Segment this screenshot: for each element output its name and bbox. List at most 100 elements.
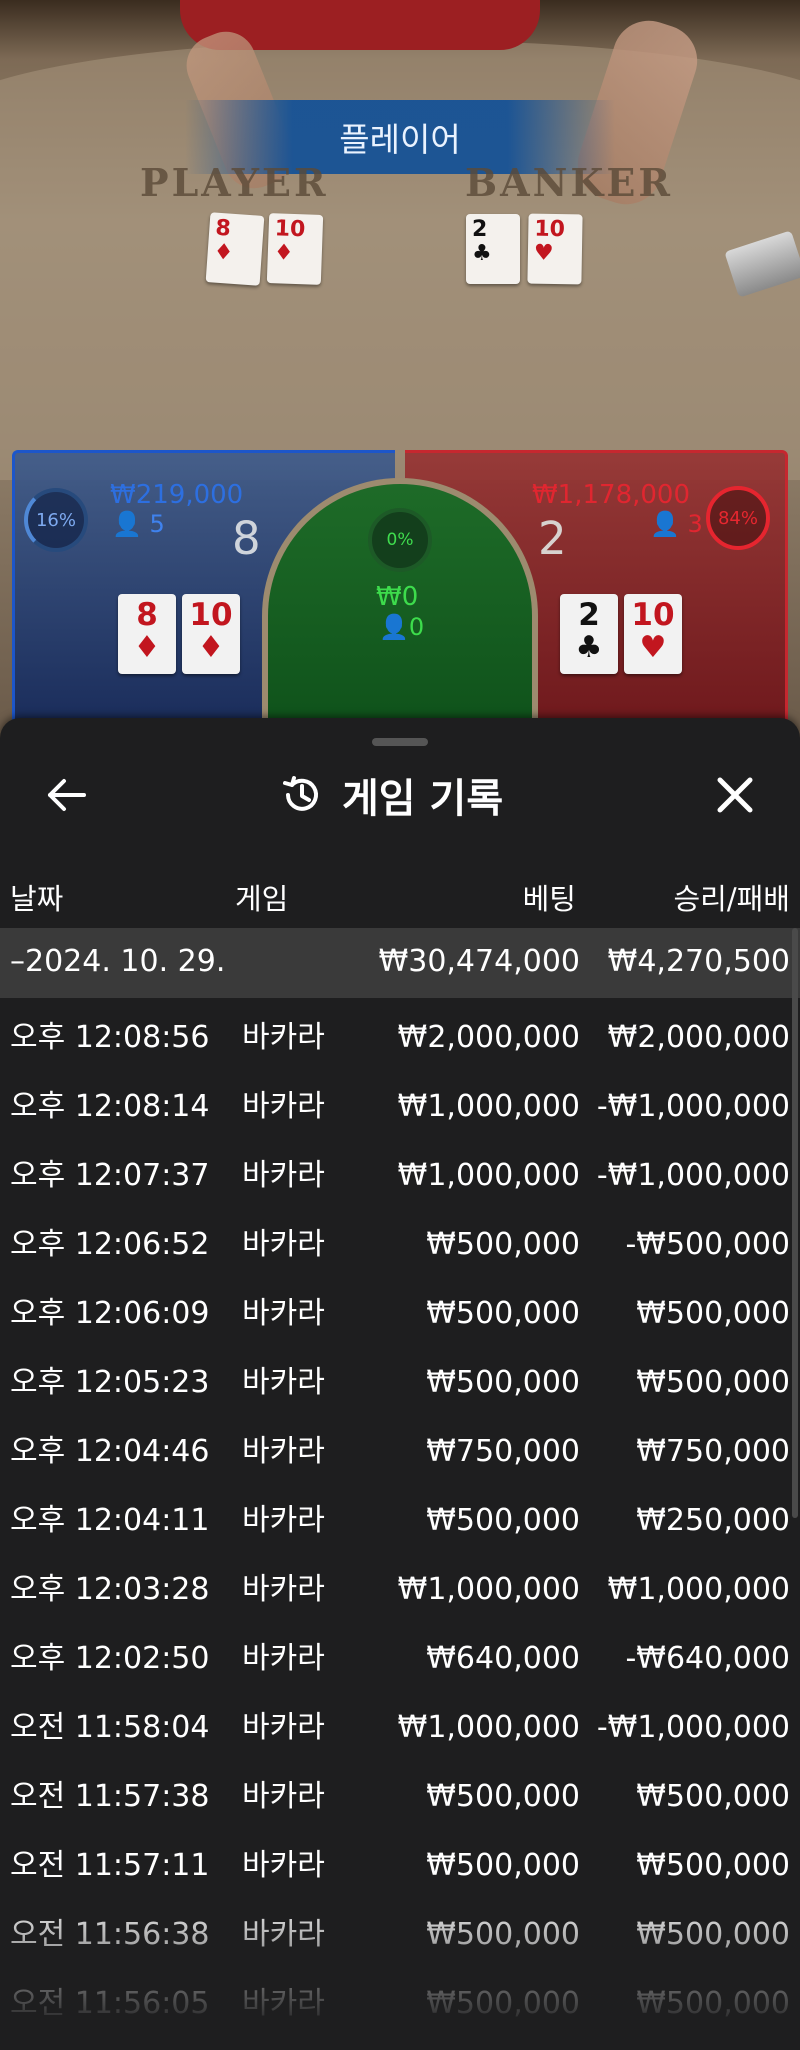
row-game: 바카라 bbox=[242, 1710, 325, 1745]
row-result: ₩250,000 bbox=[636, 1503, 790, 1538]
row-result: -₩1,000,000 bbox=[596, 1089, 790, 1124]
row-bet: ₩750,000 bbox=[426, 1434, 580, 1469]
row-result: ₩750,000 bbox=[636, 1434, 790, 1469]
history-icon bbox=[283, 776, 318, 811]
column-header-result[interactable]: 승리/패배 bbox=[674, 876, 791, 918]
row-time: 오후 12:05:23 bbox=[10, 1365, 210, 1400]
row-game: 바카라 bbox=[242, 1158, 325, 1193]
history-row[interactable]: 오전 11:56:38 바카라 ₩500,000 ₩500,000 bbox=[0, 1901, 800, 1969]
player-score: 8 bbox=[232, 512, 261, 565]
summary-date: –2024. 10. 29. bbox=[10, 944, 226, 979]
row-game: 바카라 bbox=[242, 1227, 325, 1262]
row-time: 오전 11:56:38 bbox=[10, 1917, 210, 1952]
row-game: 바카라 bbox=[242, 1917, 325, 1952]
row-game: 바카라 bbox=[242, 1986, 325, 2021]
row-time: 오후 12:02:50 bbox=[10, 1641, 210, 1676]
row-result: ₩2,000,000 bbox=[607, 1020, 790, 1055]
row-game: 바카라 bbox=[242, 1365, 325, 1400]
row-time: 오후 12:08:56 bbox=[10, 1020, 210, 1055]
scrollbar-thumb[interactable] bbox=[792, 928, 798, 1518]
row-time: 오전 11:58:04 bbox=[10, 1710, 210, 1745]
row-result: ₩500,000 bbox=[636, 1848, 790, 1883]
row-result: ₩500,000 bbox=[636, 1296, 790, 1331]
row-bet: ₩500,000 bbox=[426, 1848, 580, 1883]
table-player-label: PLAYER bbox=[140, 160, 329, 205]
history-row[interactable]: 오전 11:56:05 바카라 ₩500,000 ₩500,000 bbox=[0, 1970, 800, 2038]
column-header-date[interactable]: 날짜 bbox=[10, 876, 63, 918]
row-time: 오후 12:06:09 bbox=[10, 1296, 210, 1331]
banker-percent-ring: 84% bbox=[706, 486, 770, 550]
column-header-game[interactable]: 게임 bbox=[235, 876, 288, 918]
table-player-card-1: 8 ♦ bbox=[205, 212, 265, 286]
row-time: 오전 11:57:11 bbox=[10, 1848, 210, 1883]
row-bet: ₩500,000 bbox=[426, 1779, 580, 1814]
row-time: 오후 12:06:52 bbox=[10, 1227, 210, 1262]
tie-bettor-count: 👤0 bbox=[379, 613, 425, 641]
row-game: 바카라 bbox=[242, 1020, 325, 1055]
player-bet-amount: ₩219,000 bbox=[110, 480, 244, 510]
row-bet: ₩1,000,000 bbox=[397, 1089, 580, 1124]
row-bet: ₩500,000 bbox=[426, 1503, 580, 1538]
back-arrow-icon[interactable] bbox=[44, 772, 90, 818]
row-bet: ₩500,000 bbox=[426, 1986, 580, 2021]
history-row[interactable]: 오후 12:05:23 바카라 ₩500,000 ₩500,000 bbox=[0, 1349, 800, 1417]
banker-card-2: 10 ♥ bbox=[624, 594, 682, 674]
row-result: ₩1,000,000 bbox=[607, 1572, 790, 1607]
banker-card-1: 2 ♣ bbox=[560, 594, 618, 674]
person-icon: 👤 bbox=[379, 613, 409, 641]
table-banker-label: BANKER bbox=[465, 160, 673, 205]
person-icon: 👤 bbox=[112, 510, 142, 538]
row-game: 바카라 bbox=[242, 1296, 325, 1331]
history-row[interactable]: 오전 11:58:04 바카라 ₩1,000,000 -₩1,000,000 bbox=[0, 1694, 800, 1762]
history-row[interactable]: 오전 11:57:11 바카라 ₩500,000 ₩500,000 bbox=[0, 1832, 800, 1900]
row-bet: ₩640,000 bbox=[426, 1641, 580, 1676]
player-card-2: 10 ♦ bbox=[182, 594, 240, 674]
tie-bet-amount: ₩0 bbox=[376, 582, 419, 612]
sheet-title: 게임 기록 bbox=[280, 767, 503, 823]
row-time: 오후 12:03:28 bbox=[10, 1572, 210, 1607]
row-game: 바카라 bbox=[242, 1503, 325, 1538]
row-bet: ₩500,000 bbox=[426, 1296, 580, 1331]
history-row[interactable]: 오후 12:06:52 바카라 ₩500,000 -₩500,000 bbox=[0, 1211, 800, 1279]
summary-result-total: ₩4,270,500 bbox=[607, 944, 790, 979]
player-percent-ring: 16% bbox=[24, 488, 88, 552]
history-row[interactable]: 오후 12:08:56 바카라 ₩2,000,000 ₩2,000,000 bbox=[0, 1004, 800, 1072]
column-header-bet[interactable]: 베팅 bbox=[523, 876, 576, 918]
row-time: 오후 12:07:37 bbox=[10, 1158, 210, 1193]
row-game: 바카라 bbox=[242, 1572, 325, 1607]
history-row[interactable]: 오후 12:07:37 바카라 ₩1,000,000 -₩1,000,000 bbox=[0, 1142, 800, 1210]
row-result: ₩500,000 bbox=[636, 1779, 790, 1814]
player-bettor-count: 👤 5 bbox=[112, 510, 165, 538]
row-bet: ₩2,000,000 bbox=[397, 1020, 580, 1055]
row-game: 바카라 bbox=[242, 1434, 325, 1469]
date-summary-row[interactable]: –2024. 10. 29. ₩30,474,000 ₩4,270,500 bbox=[0, 928, 800, 998]
row-time: 오전 11:57:38 bbox=[10, 1779, 210, 1814]
row-result: -₩640,000 bbox=[625, 1641, 790, 1676]
row-time: 오후 12:08:14 bbox=[10, 1089, 210, 1124]
table-banker-card-1: 2 ♣ bbox=[466, 214, 520, 284]
history-row[interactable]: 오전 11:57:38 바카라 ₩500,000 ₩500,000 bbox=[0, 1763, 800, 1831]
table-player-card-2: 10 ♦ bbox=[266, 213, 324, 285]
row-bet: ₩500,000 bbox=[426, 1917, 580, 1952]
row-result: ₩500,000 bbox=[636, 1365, 790, 1400]
history-row[interactable]: 오후 12:08:14 바카라 ₩1,000,000 -₩1,000,000 bbox=[0, 1073, 800, 1141]
row-result: ₩500,000 bbox=[636, 1986, 790, 2021]
close-icon[interactable] bbox=[712, 772, 758, 818]
summary-bet-total: ₩30,474,000 bbox=[378, 944, 580, 979]
banker-bettor-count: 👤 3 bbox=[650, 510, 703, 538]
table-banker-card-2: 10 ♥ bbox=[527, 213, 583, 285]
tie-percent-ring: 0% bbox=[368, 508, 432, 572]
sheet-drag-handle[interactable] bbox=[372, 738, 428, 746]
history-row[interactable]: 오후 12:02:50 바카라 ₩640,000 -₩640,000 bbox=[0, 1625, 800, 1693]
history-row[interactable]: 오후 12:04:11 바카라 ₩500,000 ₩250,000 bbox=[0, 1487, 800, 1555]
history-row[interactable]: 오후 12:06:09 바카라 ₩500,000 ₩500,000 bbox=[0, 1280, 800, 1348]
sheet-title-text: 게임 기록 bbox=[342, 776, 504, 822]
history-row[interactable]: 오후 12:03:28 바카라 ₩1,000,000 ₩1,000,000 bbox=[0, 1556, 800, 1624]
row-time: 오후 12:04:11 bbox=[10, 1503, 210, 1538]
banker-score: 2 bbox=[538, 512, 567, 565]
person-icon: 👤 bbox=[650, 510, 680, 538]
row-result: ₩500,000 bbox=[636, 1917, 790, 1952]
banker-bet-amount: ₩1,178,000 bbox=[531, 480, 690, 510]
history-row[interactable]: 오후 12:04:46 바카라 ₩750,000 ₩750,000 bbox=[0, 1418, 800, 1486]
row-bet: ₩500,000 bbox=[426, 1227, 580, 1262]
